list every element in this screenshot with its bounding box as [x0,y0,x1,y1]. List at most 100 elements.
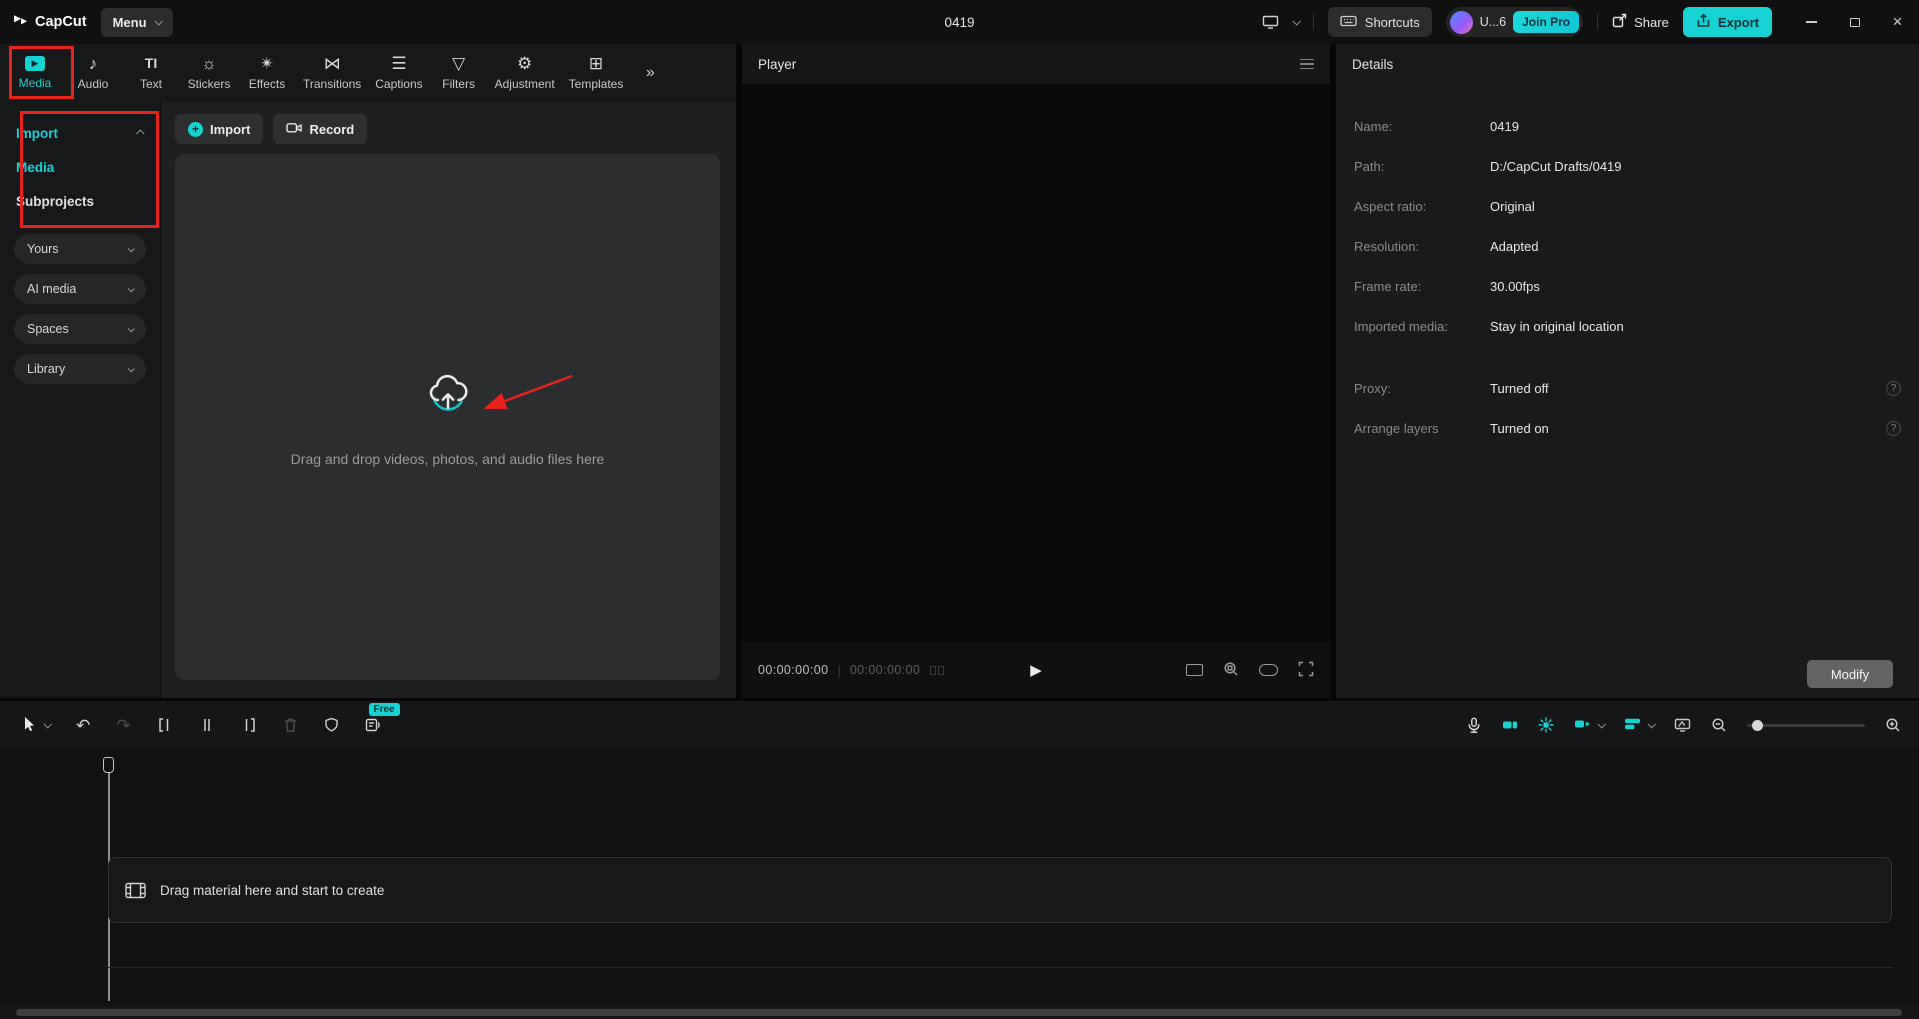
track-options-button[interactable] [1624,716,1656,735]
tab-audio[interactable]: ♪ Audio [64,44,122,102]
timeline[interactable]: Drag material here and start to create [0,749,1919,1019]
detail-row-name: Name: 0419 [1336,106,1919,146]
close-button[interactable]: × [1876,0,1919,44]
scrollbar-thumb[interactable] [16,1009,1902,1016]
auto-snap-icon[interactable] [1538,717,1554,733]
export-button[interactable]: Export [1682,7,1772,37]
minimize-button[interactable] [1790,0,1833,44]
play-button[interactable]: ▶ [1030,661,1042,679]
media-dropzone[interactable]: Drag and drop videos, photos, and audio … [175,154,720,680]
tab-effects[interactable]: ✴ Effects [238,44,296,102]
modify-button[interactable]: Modify [1807,660,1893,688]
zoom-out-icon[interactable] [1711,717,1727,733]
detail-row-imported-media: Imported media: Stay in original locatio… [1336,306,1919,346]
tab-filters[interactable]: ▽ Filters [430,44,488,102]
more-tabs-button[interactable]: » [630,44,670,102]
divider [1312,14,1314,30]
camera-icon [286,120,303,138]
share-button[interactable]: Share [1612,13,1669,31]
tab-transitions[interactable]: ⋈ Transitions [296,44,368,102]
track-options-icon [1624,716,1641,735]
mask-icon[interactable] [324,717,339,733]
frame-preview-icon[interactable] [930,665,945,675]
zoom-fit-icon[interactable] [1223,661,1239,680]
maximize-button[interactable] [1833,0,1876,44]
tab-templates[interactable]: ⊞ Templates [562,44,631,102]
zoom-in-icon[interactable] [1885,717,1901,733]
render-preview-icon[interactable] [1674,717,1691,733]
sidebar-item-media[interactable]: Media [0,150,160,184]
divider [1597,14,1599,30]
tab-label: Audio [77,77,109,91]
playhead-handle[interactable] [103,757,114,773]
tab-captions[interactable]: ☰ Captions [368,44,429,102]
split-right-icon[interactable] [241,717,257,733]
detail-value: Stay in original location [1490,318,1624,334]
avatar[interactable] [1449,10,1473,34]
help-icon[interactable]: ? [1886,420,1901,436]
link-clips-button[interactable] [1574,716,1606,735]
resolution-icon[interactable] [1259,664,1278,676]
layout-chevron-icon[interactable] [1292,17,1301,26]
undo-icon[interactable]: ↶ [76,717,90,734]
detail-row-resolution: Resolution: Adapted [1336,226,1919,266]
player-viewport[interactable] [742,84,1330,642]
canvas-ratio-icon[interactable] [1186,664,1203,676]
templates-tab-icon: ⊞ [588,54,604,73]
group-label: Library [27,362,66,376]
tab-stickers[interactable]: ☼ Stickers [180,44,238,102]
timeline-toolbar: ↶ ↷ Free [0,701,1919,749]
media-tab-icon: ▶ [25,56,45,71]
media-library: + Import Record Drag and drop videos, ph… [160,102,736,698]
ribbon-tabs: ▶ Media ♪ Audio TI Text ☼ Stickers ✴ Eff… [0,44,736,102]
sidebar-item-subprojects[interactable]: Subprojects [0,184,160,218]
tab-text[interactable]: TI Text [122,44,180,102]
tab-label: Effects [248,77,286,91]
player-menu-icon[interactable] [1300,58,1314,70]
delete-icon[interactable] [283,717,298,733]
split-icon[interactable] [199,717,215,733]
plus-icon: + [188,121,203,137]
display-layout-icon[interactable] [1262,14,1279,30]
tab-media[interactable]: ▶ Media [6,44,64,102]
detail-row-frame-rate: Frame rate: 30.00fps [1336,266,1919,306]
main-track-magnet-icon[interactable] [1502,717,1518,733]
capcut-window: CapCut Menu 0419 Shortcuts U...6 Join Pr… [0,0,1919,1019]
voiceover-mic-icon[interactable] [1466,716,1482,734]
help-icon[interactable]: ? [1886,380,1901,396]
detail-row-aspect-ratio: Aspect ratio: Original [1336,186,1919,226]
chevron-down-icon [127,364,135,372]
sidebar-group-ai-media[interactable]: AI media [14,274,146,304]
join-pro-button[interactable]: Join Pro [1513,11,1580,33]
select-tool-button[interactable] [22,716,52,735]
import-button[interactable]: + Import [175,114,264,144]
timeline-scrollbar[interactable] [0,1006,1919,1019]
player-panel: Player 00:00:00:00 | 00:00:00:00 ▶ [742,44,1330,698]
sidebar-item-import[interactable]: Import [0,116,160,150]
track-divider [108,967,1892,968]
detail-label: Imported media: [1354,318,1448,334]
sidebar-group-spaces[interactable]: Spaces [14,314,146,344]
account-pill[interactable]: U...6 Join Pro [1445,7,1584,37]
export-label: Export [1717,14,1759,30]
fullscreen-icon[interactable] [1298,661,1314,680]
record-button[interactable]: Record [273,114,368,144]
tab-label: Filters [442,77,475,91]
text-to-speech-button[interactable]: Free [365,703,400,733]
redo-icon[interactable]: ↷ [116,717,130,734]
sidebar-group-library[interactable]: Library [14,354,146,384]
tab-adjustment[interactable]: ⚙ Adjustment [488,44,562,102]
split-left-icon[interactable] [157,717,173,733]
shortcuts-button[interactable]: Shortcuts [1327,7,1432,37]
zoom-slider-thumb[interactable] [1752,719,1763,731]
import-label: Import [210,121,251,137]
menu-button[interactable]: Menu [100,7,173,37]
chevron-up-icon [136,129,145,138]
app-name: CapCut [35,14,87,30]
detail-label: Name: [1354,118,1393,134]
timeline-dropzone[interactable]: Drag material here and start to create [108,857,1892,923]
timeline-zoom-slider[interactable] [1747,719,1865,731]
sidebar-group-yours[interactable]: Yours [14,234,146,264]
text-to-speech-icon [365,717,382,733]
tab-label: Transitions [303,77,362,91]
